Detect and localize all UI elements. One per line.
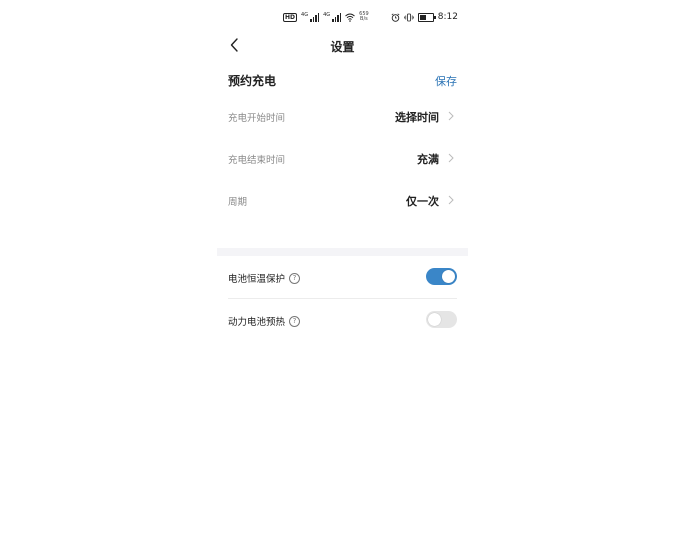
battery-level (419, 14, 427, 20)
network-speed-unit: B/s (360, 16, 368, 22)
toggle-label: 电池恒温保护 (228, 274, 286, 285)
toggle-label-wrap: 电池恒温保护 ? (228, 271, 301, 285)
alarm-icon (391, 12, 400, 22)
status-bar: HD 4G 4G 659 B/s 8:12 (217, 10, 468, 26)
row-value: 充满 (417, 153, 439, 166)
hd-icon: HD (283, 13, 298, 22)
row-label: 充电结束时间 (228, 155, 286, 166)
row-divider (228, 298, 457, 299)
top-bar: 设置 (217, 30, 468, 60)
chevron-right-icon (448, 153, 454, 163)
status-left: HD 4G 4G 659 B/s (283, 12, 369, 22)
chevron-right-icon (448, 195, 454, 205)
toggle-label-wrap: 动力电池预热 ? (228, 314, 301, 328)
signal-icon: 4G (301, 12, 320, 22)
network-speed: 659 B/s (359, 12, 369, 22)
battery-icon (417, 12, 436, 22)
toggle-knob (428, 313, 441, 326)
section-divider (217, 248, 468, 256)
chevron-right-icon (448, 111, 454, 121)
signal-icon-2: 4G (323, 12, 342, 22)
section-title-schedule: 预约充电 (228, 74, 277, 88)
row-value: 仅一次 (406, 195, 439, 208)
network-type-label: 4G (301, 12, 309, 18)
settings-screen: HD 4G 4G 659 B/s 8:12 设置 预约充电 保存 充电开始时间 … (217, 0, 468, 543)
status-right: 8:12 (391, 12, 458, 22)
battery-preheat-row: 动力电池预热 ? (228, 309, 457, 333)
toggle-label: 动力电池预热 (228, 317, 286, 328)
battery-thermal-protection-row: 电池恒温保护 ? (228, 266, 457, 290)
toggle-knob (442, 270, 455, 283)
page-title: 设置 (330, 40, 355, 54)
network-type-label-2: 4G (323, 12, 331, 18)
help-icon[interactable]: ? (289, 272, 301, 284)
battery-thermal-protection-toggle[interactable] (426, 268, 457, 285)
status-time: 8:12 (437, 12, 458, 22)
wifi-icon (345, 13, 355, 22)
charge-end-time-row[interactable]: 充电结束时间 充满 (228, 149, 457, 169)
row-label: 充电开始时间 (228, 113, 286, 124)
row-value: 选择时间 (395, 111, 439, 124)
help-icon[interactable]: ? (289, 315, 301, 327)
save-button[interactable]: 保存 (435, 73, 457, 89)
charge-start-time-row[interactable]: 充电开始时间 选择时间 (228, 107, 457, 127)
cycle-row[interactable]: 周期 仅一次 (228, 191, 457, 211)
row-label: 周期 (228, 197, 248, 208)
vibrate-icon (403, 13, 414, 21)
battery-preheat-toggle[interactable] (426, 311, 457, 328)
